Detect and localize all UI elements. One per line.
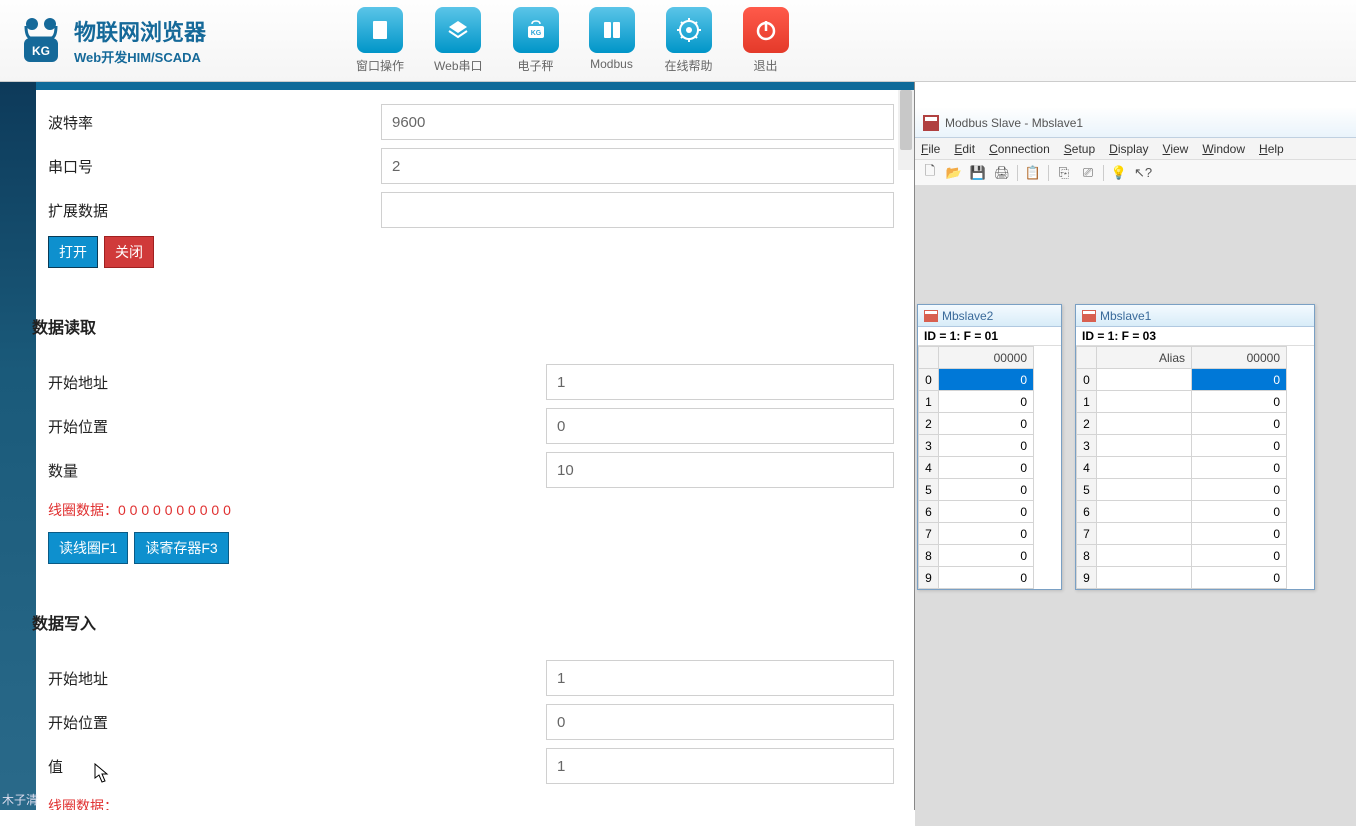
baud-label: 波特率 — [36, 112, 381, 133]
serial-icon — [435, 7, 481, 53]
ext-input[interactable] — [381, 192, 894, 228]
coil-read-result: 线圈数据：0 0 0 0 0 0 0 0 0 0 — [36, 492, 914, 528]
mbslave1-title[interactable]: Mbslave1 — [1076, 305, 1314, 327]
svg-text:KG: KG — [32, 44, 50, 58]
mbslave1-status: ID = 1: F = 03 — [1076, 327, 1314, 346]
main-toolbar: 窗口操作 Web串口 KG 电子秤 Modbus 在线帮助 退出 — [356, 7, 789, 74]
top-accent-bar — [36, 82, 914, 90]
help-icon[interactable]: 💡 — [1108, 163, 1130, 183]
menu-file[interactable]: File — [921, 142, 940, 156]
toolbar-help[interactable]: 在线帮助 — [665, 7, 713, 74]
read-start-pos-input[interactable] — [546, 408, 894, 444]
read-count-label: 数量 — [36, 460, 546, 481]
write-value-input[interactable] — [546, 748, 894, 784]
modbus-slave-app: Modbus Slave - Mbslave1 File Edit Connec… — [914, 82, 1356, 810]
slave-toolbar: 🗋 📂 💾 🖨 📋 ⎘ ⎚ 💡 ↖? — [915, 160, 1356, 186]
save-icon[interactable]: 💾 — [967, 163, 989, 183]
mbslave2-status: ID = 1: F = 01 — [918, 327, 1061, 346]
mbslave2-grid[interactable]: 0000000102030405060708090 — [918, 346, 1034, 589]
power-icon — [743, 7, 789, 53]
app-icon — [923, 115, 939, 131]
toolbar-web-serial[interactable]: Web串口 — [434, 7, 482, 74]
vertical-scrollbar[interactable] — [898, 90, 914, 170]
read-start-addr-label: 开始地址 — [36, 372, 546, 393]
config-panel: 波特率 串口号 扩展数据 打开 关闭 数据读取 — [0, 82, 914, 810]
mouse-cursor — [92, 762, 112, 786]
menu-setup[interactable]: Setup — [1064, 142, 1095, 156]
open-button[interactable]: 打开 — [48, 236, 98, 268]
slave-title: Modbus Slave - Mbslave1 — [945, 116, 1083, 130]
write-start-pos-label: 开始位置 — [36, 712, 546, 733]
read-register-button[interactable]: 读寄存器F3 — [134, 532, 228, 564]
context-help-icon[interactable]: ↖? — [1132, 163, 1154, 183]
read-count-input[interactable] — [546, 452, 894, 488]
port-input[interactable] — [381, 148, 894, 184]
menu-view[interactable]: View — [1163, 142, 1189, 156]
read-section-title: 数据读取 — [32, 302, 914, 350]
read-coil-button[interactable]: 读线圈F1 — [48, 532, 128, 564]
port-label: 串口号 — [36, 156, 381, 177]
menu-connection[interactable]: Connection — [989, 142, 1050, 156]
toolbar-exit[interactable]: 退出 — [743, 7, 789, 74]
disconnect-icon[interactable]: ⎚ — [1077, 163, 1099, 183]
mbslave2-title[interactable]: Mbslave2 — [918, 305, 1061, 327]
baud-input[interactable] — [381, 104, 894, 140]
slave-menubar: File Edit Connection Setup Display View … — [915, 138, 1356, 160]
window-icon — [357, 7, 403, 53]
ext-label: 扩展数据 — [36, 200, 381, 221]
mbslave1-grid[interactable]: Alias0000000102030405060708090 — [1076, 346, 1287, 589]
mdi-window-mbslave2[interactable]: Mbslave2 ID = 1: F = 01 0000000102030405… — [917, 304, 1062, 590]
logo: KG 物联网浏览器 Web开发HIM/SCADA — [20, 15, 206, 66]
menu-display[interactable]: Display — [1109, 142, 1148, 156]
write-start-pos-input[interactable] — [546, 704, 894, 740]
write-section-title: 数据写入 — [32, 598, 914, 646]
doc-icon — [924, 310, 938, 322]
slave-titlebar[interactable]: Modbus Slave - Mbslave1 — [915, 108, 1356, 138]
mdi-area: Mbslave2 ID = 1: F = 01 0000000102030405… — [915, 186, 1356, 826]
scale-icon: KG — [513, 7, 559, 53]
close-button[interactable]: 关闭 — [104, 236, 154, 268]
write-start-addr-input[interactable] — [546, 660, 894, 696]
print-icon[interactable]: 🖨 — [991, 163, 1013, 183]
read-start-pos-label: 开始位置 — [36, 416, 546, 437]
toolbar-scale[interactable]: KG 电子秤 — [513, 7, 559, 74]
modbus-icon — [589, 7, 635, 53]
write-start-addr-label: 开始地址 — [36, 668, 546, 689]
mdi-window-mbslave1[interactable]: Mbslave1 ID = 1: F = 03 Alias00000001020… — [1075, 304, 1315, 590]
menu-edit[interactable]: Edit — [954, 142, 975, 156]
app-subtitle: Web开发HIM/SCADA — [74, 47, 206, 66]
svg-text:KG: KG — [530, 30, 541, 37]
read-start-addr-input[interactable] — [546, 364, 894, 400]
write-value-label: 值 — [36, 756, 546, 777]
toolbar-modbus[interactable]: Modbus — [589, 7, 635, 74]
doc-icon — [1082, 310, 1096, 322]
toolbar-window-ops[interactable]: 窗口操作 — [356, 7, 404, 74]
new-icon[interactable]: 🗋 — [919, 163, 941, 183]
menu-help[interactable]: Help — [1259, 142, 1284, 156]
gear-icon — [666, 7, 712, 53]
open-icon[interactable]: 📂 — [943, 163, 965, 183]
app-header: KG 物联网浏览器 Web开发HIM/SCADA 窗口操作 Web串口 KG 电… — [0, 0, 1356, 82]
coil-write-result: 线圈数据： — [36, 788, 914, 810]
logo-icon: KG — [20, 16, 62, 66]
app-title: 物联网浏览器 — [74, 15, 206, 47]
menu-window[interactable]: Window — [1202, 142, 1245, 156]
connect-icon[interactable]: ⎘ — [1053, 163, 1075, 183]
copy-icon[interactable]: 📋 — [1022, 163, 1044, 183]
